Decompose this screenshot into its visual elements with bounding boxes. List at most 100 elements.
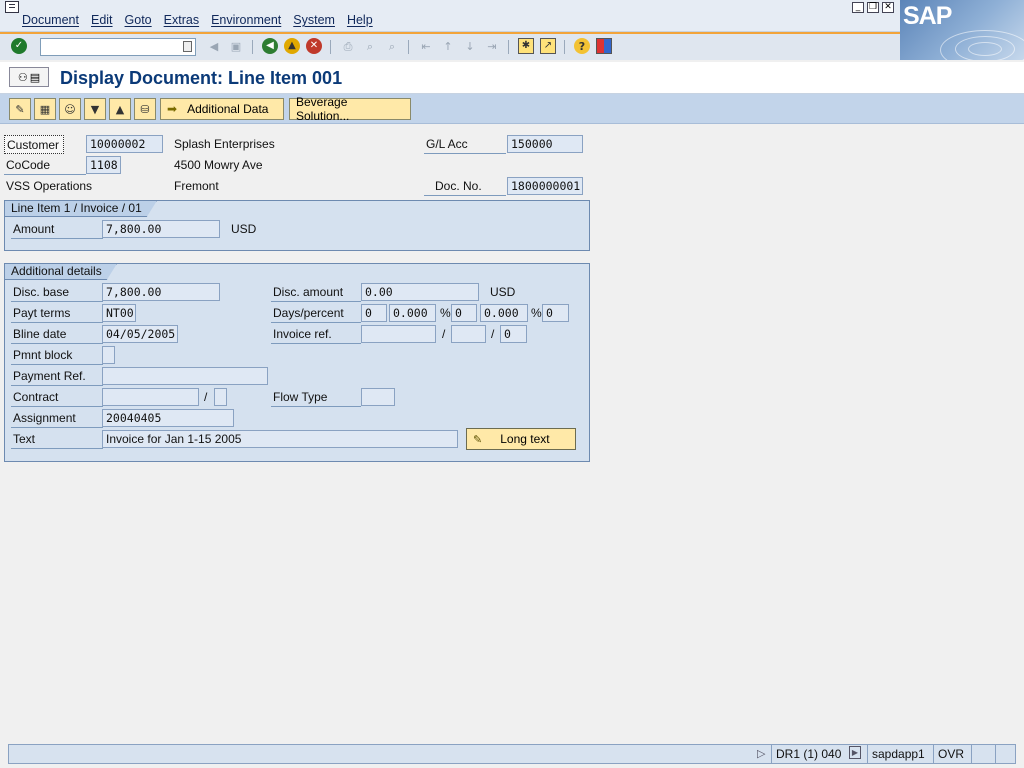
invoice-ref-year-field[interactable]	[451, 325, 486, 343]
menu-document[interactable]: Document	[22, 13, 79, 27]
page-title: Display Document: Line Item 001	[60, 68, 343, 88]
standard-toolbar: ✓ ◀ ▣ ◀ ▲ ✕ ⎙ ⌕ ⌕ ⇤ ↑ ↓ ⇥ ✱ ↗ ?	[0, 32, 900, 60]
contract-field[interactable]	[102, 388, 199, 406]
previous-item-icon[interactable]: ▲	[109, 98, 131, 120]
assignment-field[interactable]: 20040405	[102, 409, 234, 427]
first-page-icon: ⇤	[421, 39, 431, 53]
display-reference-icon[interactable]: ⛁	[134, 98, 156, 120]
beverage-solution-label: Beverage Solution...	[296, 95, 350, 123]
disc-base-field[interactable]: 7,800.00	[102, 283, 220, 301]
days-2-field[interactable]: 0	[451, 304, 477, 322]
application-toolbar: ✎ ▦ ☺ ▼ ▲ ⛁ ➡ Additional Data Beverage S…	[0, 94, 1024, 124]
customer-field[interactable]: 10000002	[86, 135, 163, 153]
pmnt-block-field[interactable]	[102, 346, 115, 364]
menu-help[interactable]: Help	[347, 13, 373, 27]
text-label: Text	[11, 430, 103, 449]
back-icon[interactable]: ◀	[262, 38, 278, 54]
customer-city: Fremont	[174, 179, 219, 193]
save-icon: ▣	[230, 39, 242, 53]
command-field[interactable]	[40, 38, 196, 56]
status-system-menu-icon[interactable]: ▶	[849, 746, 861, 759]
status-server: sapdapp1	[867, 745, 933, 763]
invoice-ref-item-field[interactable]: 0	[500, 325, 527, 343]
menu-extras[interactable]: Extras	[164, 13, 199, 27]
amount-label: Amount	[11, 220, 103, 239]
system-menu-icon[interactable]	[5, 1, 19, 13]
contract-slash: /	[204, 390, 208, 404]
call-up-document-overview-icon[interactable]: ▦	[34, 98, 56, 120]
contract-item-field[interactable]	[214, 388, 227, 406]
shortcut-icon[interactable]: ↗	[540, 38, 556, 54]
toolbar-separator	[408, 40, 409, 54]
display-person-icon[interactable]: ☺	[59, 98, 81, 120]
text-field[interactable]: Invoice for Jan 1-15 2005	[102, 430, 458, 448]
exit-icon[interactable]: ▲	[284, 38, 300, 54]
menu-system[interactable]: System	[293, 13, 335, 27]
enter-check-icon[interactable]: ✓	[11, 38, 27, 54]
status-bar: ▷ DR1 (1) 040 ▶ sapdapp1 OVR	[0, 741, 1024, 768]
find-icon: ⌕	[366, 39, 374, 53]
title-bar: ⚇ ▤ Display Document: Line Item 001	[0, 62, 1024, 94]
gl-acc-label: G/L Acc	[424, 135, 506, 154]
disc-amount-field[interactable]: 0.00	[361, 283, 479, 301]
payt-terms-field[interactable]: NT00	[102, 304, 136, 322]
close-icon[interactable]: ✕	[882, 2, 894, 13]
next-item-icon[interactable]: ▼	[84, 98, 106, 120]
find-next-icon: ⌕	[388, 39, 396, 53]
document-icon: ▤	[29, 70, 41, 84]
menu-bar: Document Edit Goto Extras Environment Sy…	[0, 0, 1024, 32]
help-icon[interactable]: ?	[574, 38, 590, 54]
previous-page-icon: ↑	[443, 39, 453, 53]
menu-items: Document Edit Goto Extras Environment Sy…	[16, 13, 379, 27]
percent-2-field[interactable]: 0.000	[480, 304, 528, 322]
status-empty-cell	[971, 745, 995, 763]
amount-field[interactable]: 7,800.00	[102, 220, 220, 238]
invoice-ref-slash-2: /	[491, 327, 495, 341]
display-change-icon[interactable]: ⚇ ▤	[9, 67, 49, 87]
bline-date-field[interactable]: 04/05/2005	[102, 325, 178, 343]
percent-1-field[interactable]: 0.000	[389, 304, 436, 322]
doc-no-field[interactable]: 1800000001	[507, 177, 583, 195]
flow-type-label: Flow Type	[271, 388, 361, 407]
pmnt-block-label: Pmnt block	[11, 346, 103, 365]
create-session-icon[interactable]: ✱	[518, 38, 534, 54]
days-3-field[interactable]: 0	[542, 304, 569, 322]
status-resize-grip	[995, 745, 1015, 763]
command-input[interactable]	[41, 39, 179, 55]
gl-acc-field[interactable]: 150000	[507, 135, 583, 153]
glasses-icon: ⚇	[17, 70, 28, 84]
cancel-icon[interactable]: ✕	[306, 38, 322, 54]
invoice-ref-label: Invoice ref.	[271, 325, 361, 344]
bline-date-label: Bline date	[11, 325, 103, 344]
customer-label: Customer	[4, 135, 64, 154]
toolbar-separator	[330, 40, 331, 54]
menu-goto[interactable]: Goto	[125, 13, 152, 27]
payt-terms-label: Payt terms	[11, 304, 103, 323]
invoice-ref-field[interactable]	[361, 325, 436, 343]
toolbar-separator	[252, 40, 253, 54]
minimize-icon[interactable]: _	[852, 2, 864, 13]
long-text-button[interactable]: ✎ Long text	[466, 428, 576, 450]
payment-ref-field[interactable]	[102, 367, 268, 385]
restore-icon[interactable]: ❐	[867, 2, 879, 13]
layout-menu-icon[interactable]	[596, 38, 612, 54]
command-history-icon[interactable]	[183, 41, 192, 52]
beverage-solution-button[interactable]: Beverage Solution...	[289, 95, 411, 123]
change-display-icon[interactable]: ✎	[9, 98, 31, 120]
cocode-field[interactable]: 1108	[86, 156, 121, 174]
arrow-right-icon: ➡	[167, 102, 178, 116]
additional-details-group: Additional details Disc. base 7,800.00 D…	[4, 263, 590, 462]
line-item-group: Line Item 1 / Invoice / 01 Amount 7,800.…	[4, 200, 590, 251]
flow-type-field[interactable]	[361, 388, 395, 406]
additional-data-button[interactable]: ➡ Additional Data	[160, 98, 284, 120]
percent-sign-1: %	[440, 306, 451, 320]
menu-edit[interactable]: Edit	[91, 13, 113, 27]
days-1-field[interactable]: 0	[361, 304, 387, 322]
status-expand-icon[interactable]: ▷	[757, 747, 765, 760]
payment-ref-label: Payment Ref.	[11, 367, 103, 386]
status-mode: OVR	[933, 745, 971, 763]
menu-environment[interactable]: Environment	[211, 13, 281, 27]
toolbar-separator	[564, 40, 565, 54]
customer-street: 4500 Mowry Ave	[174, 158, 263, 172]
sap-logo: SAP	[900, 0, 1024, 60]
